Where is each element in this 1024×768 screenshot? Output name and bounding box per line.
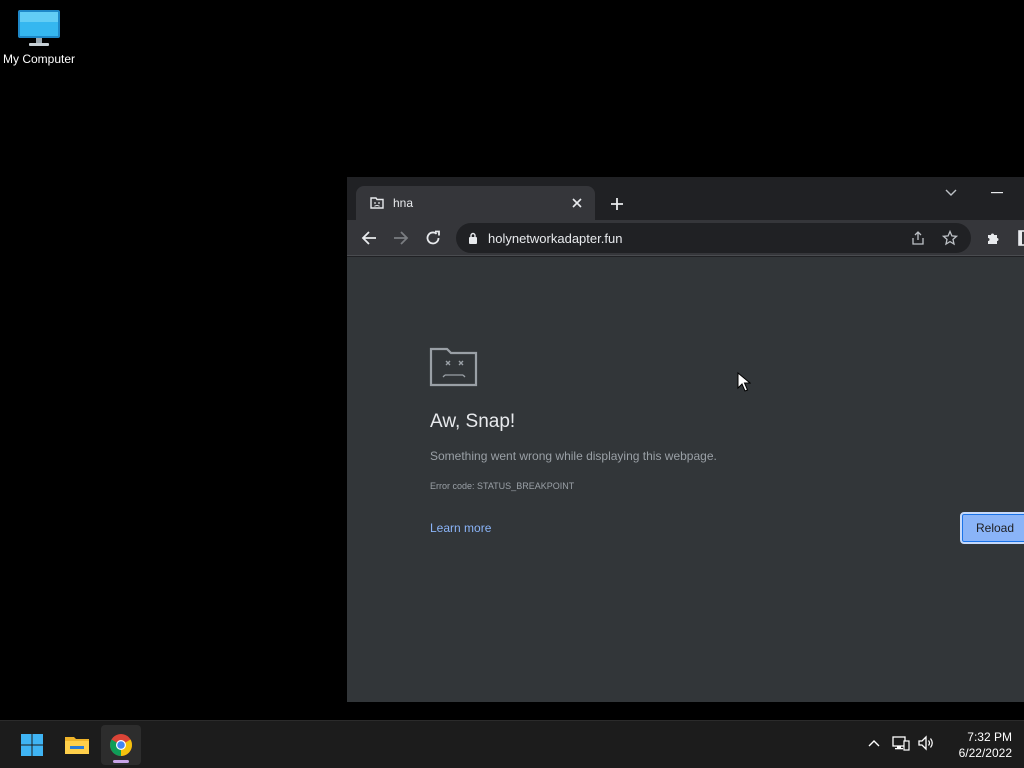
learn-more-link[interactable]: Learn more [430,521,491,535]
bookmark-button[interactable] [939,227,961,249]
share-button[interactable] [907,227,929,249]
error-message: Something went wrong while displaying th… [430,449,717,463]
desktop-icon-label: My Computer [2,52,76,66]
star-icon [942,230,958,246]
forward-button[interactable] [389,226,413,250]
reload-icon [426,230,440,245]
tab-hna[interactable]: hna [356,186,595,220]
desktop-icon-my-computer[interactable]: My Computer [0,8,78,66]
file-explorer-icon [65,737,89,754]
clock-date: 6/22/2022 [958,746,1012,760]
start-icon [21,734,43,756]
extensions-button[interactable] [982,226,1006,250]
start-button[interactable] [12,725,52,765]
title-bar[interactable]: hna [347,177,1024,220]
back-button[interactable] [357,226,381,250]
sad-page-icon [369,195,385,211]
show-hidden-icons-button[interactable] [864,733,884,753]
page-content: Aw, Snap! Something went wrong while dis… [347,257,1024,702]
network-icon [892,736,910,751]
minimize-button[interactable] [985,183,1009,203]
reload-toolbar-button[interactable] [421,226,445,250]
toolbar: holynetworkadapter.fun [347,220,1024,256]
tab-search-button[interactable] [941,183,961,203]
error-title: Aw, Snap! [430,411,516,432]
chevron-down-icon [945,189,957,196]
plus-icon [611,198,623,210]
back-arrow-icon [361,231,376,245]
volume-button[interactable] [916,733,936,753]
mouse-cursor-icon [737,371,752,392]
share-icon [912,231,924,245]
active-app-indicator [113,760,129,763]
reload-button[interactable]: Reload [960,512,1024,544]
chrome-icon [110,734,132,756]
url-text[interactable]: holynetworkadapter.fun [488,231,907,246]
speaker-icon [918,735,933,751]
tab-title: hna [393,196,414,210]
side-panel-button[interactable] [1016,228,1024,248]
chrome-taskbar-button[interactable] [101,725,141,765]
clock-time: 7:32 PM [967,730,1012,744]
chevron-up-icon [868,740,880,747]
file-explorer-button[interactable] [57,725,97,765]
monitor-icon [17,8,61,48]
taskbar: 7:32 PM 6/22/2022 [0,720,1024,768]
browser-window: hna holynetworkadapter.fun Aw, Snap! Som… [347,177,1024,702]
lock-icon[interactable] [466,231,480,245]
sad-tab-icon [429,345,479,392]
error-code: Error code: STATUS_BREAKPOINT [430,481,575,491]
forward-arrow-icon [394,231,409,245]
minimize-icon [991,192,1003,194]
network-button[interactable] [891,733,911,753]
new-tab-button[interactable] [607,194,627,214]
address-bar[interactable]: holynetworkadapter.fun [456,223,971,253]
close-tab-icon[interactable] [569,195,585,211]
puzzle-icon [988,233,999,244]
side-panel-icon [1018,230,1024,246]
clock[interactable]: 7:32 PM 6/22/2022 [942,729,1012,761]
